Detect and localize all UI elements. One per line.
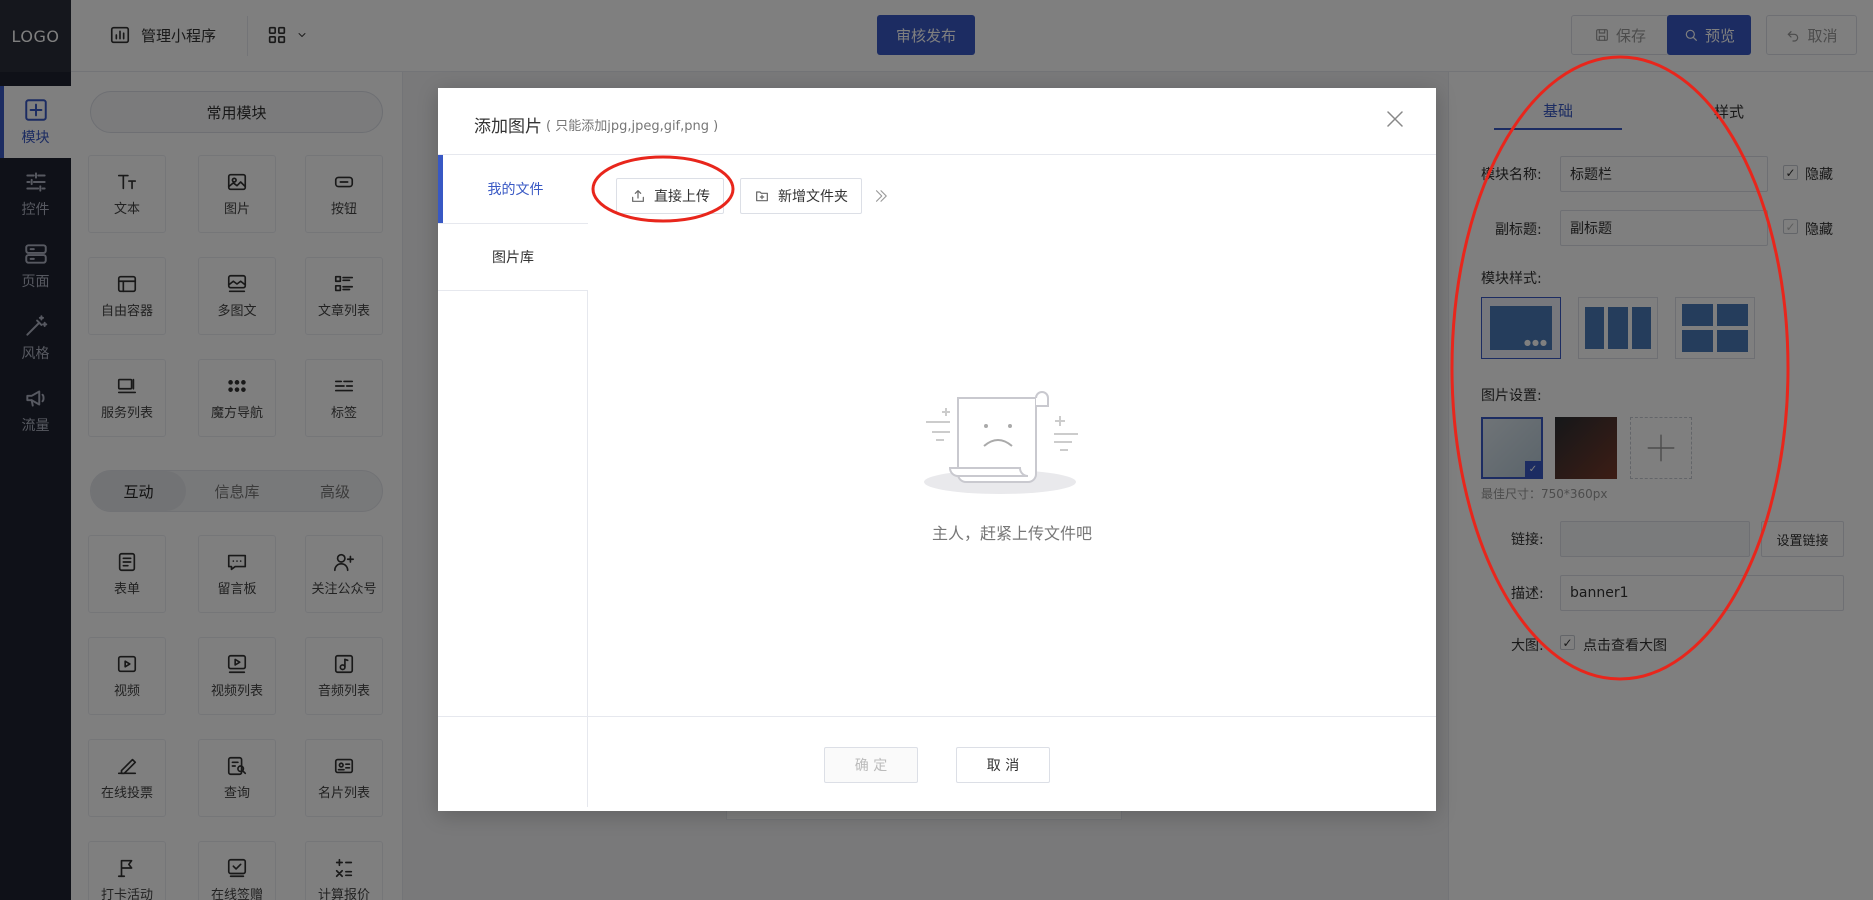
tab-my-files[interactable]: 我的文件	[438, 155, 588, 223]
new-folder-label: 新增文件夹	[778, 189, 848, 205]
close-icon[interactable]	[1386, 110, 1404, 128]
new-folder-icon	[756, 191, 768, 202]
new-folder-button[interactable]: 新增文件夹	[740, 178, 862, 214]
cancel-button[interactable]: 取 消	[956, 747, 1050, 783]
empty-folder-illustration	[924, 391, 1078, 494]
empty-state-text: 主人，赶紧上传文件吧	[931, 524, 1092, 543]
double-chevron-right-icon[interactable]	[872, 187, 890, 205]
confirm-button[interactable]: 确 定	[824, 747, 918, 783]
divider	[438, 716, 1436, 717]
dialog-title: 添加图片	[474, 117, 542, 137]
tab-image-library[interactable]: 图片库	[438, 223, 588, 291]
upload-label: 直接上传	[654, 189, 710, 205]
dialog-hint: ( 只能添加jpg,jpeg,gif,png )	[546, 119, 719, 134]
upload-icon	[632, 190, 644, 202]
upload-button[interactable]: 直接上传	[616, 178, 724, 214]
add-image-dialog: 添加图片 ( 只能添加jpg,jpeg,gif,png ) 我的文件 图片库 直…	[438, 88, 1436, 811]
